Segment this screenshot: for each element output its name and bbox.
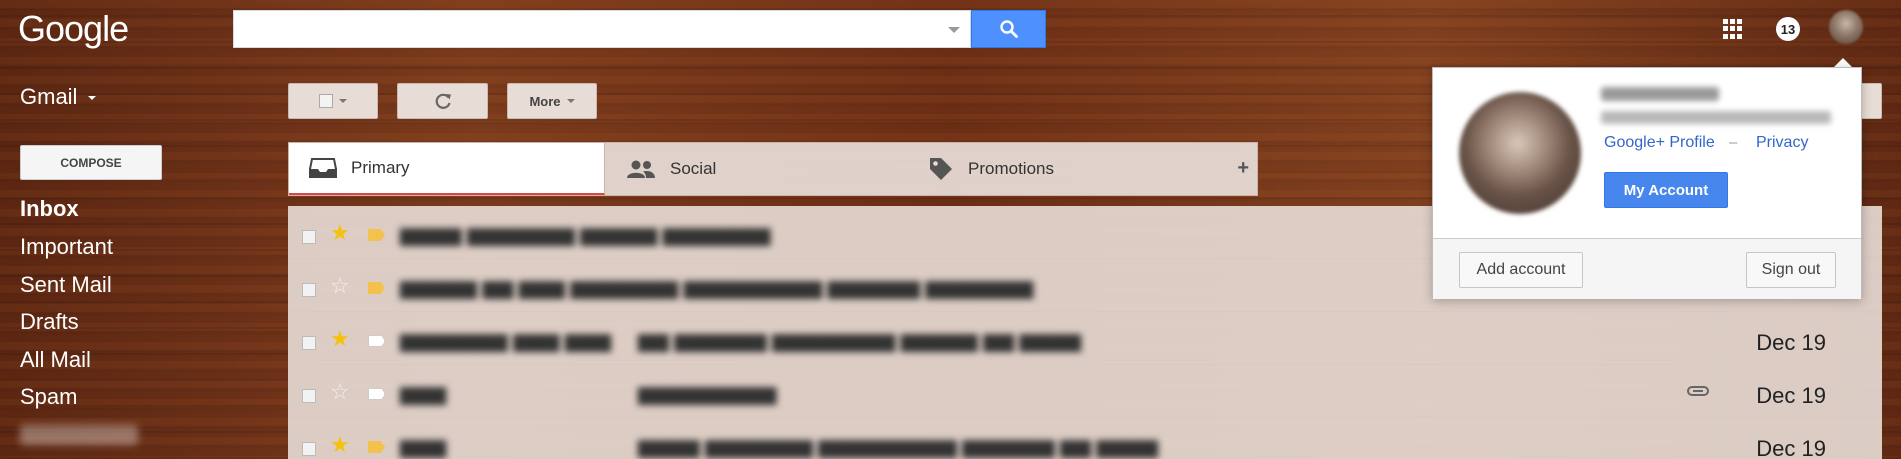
sign-out-button[interactable]: Sign out xyxy=(1746,252,1836,288)
inbox-icon xyxy=(309,158,337,178)
profile-photo[interactable] xyxy=(1459,92,1581,214)
email-sender-redacted: ▆▆▆ xyxy=(400,383,447,405)
compose-button[interactable]: COMPOSE xyxy=(20,145,162,180)
nav-item-spam[interactable]: Spam xyxy=(20,384,77,410)
chevron-down-icon xyxy=(566,99,575,103)
tab-social-label: Social xyxy=(670,159,717,178)
row-checkbox[interactable] xyxy=(302,336,316,350)
paperclip-icon xyxy=(1687,386,1709,396)
email-sender-redacted: ▆▆▆▆▆▆▆ ▆▆▆ ▆▆▆ xyxy=(400,330,612,352)
account-email-redacted xyxy=(1601,111,1831,124)
select-dropdown-button[interactable] xyxy=(288,83,378,119)
nav-item-sent-mail[interactable]: Sent Mail xyxy=(20,272,112,298)
search-field[interactable] xyxy=(234,11,934,47)
popup-footer: Add account Sign out xyxy=(1433,238,1861,299)
tab-primary-label: Primary xyxy=(351,158,410,177)
account-name-redacted xyxy=(1601,87,1719,101)
email-date: Dec 19 xyxy=(1756,383,1826,408)
people-icon xyxy=(627,160,655,178)
importance-marker-icon[interactable] xyxy=(368,229,385,241)
nav-item-important[interactable]: Important xyxy=(20,234,113,260)
checkbox-icon xyxy=(319,94,333,108)
apps-grid-icon[interactable] xyxy=(1723,19,1743,39)
star-icon[interactable]: ★ xyxy=(330,432,350,458)
nav-item-drafts[interactable]: Drafts xyxy=(20,309,79,335)
account-popup: Google+ Profile – Privacy My Account Add… xyxy=(1432,67,1862,299)
google-logo[interactable]: Google xyxy=(18,8,129,50)
email-date: Dec 19 xyxy=(1756,330,1826,355)
google-plus-profile-link[interactable]: Google+ Profile xyxy=(1604,134,1715,152)
row-checkbox[interactable] xyxy=(302,442,316,456)
search-button[interactable] xyxy=(971,10,1046,48)
account-avatar[interactable] xyxy=(1829,10,1863,44)
settings-button-partial[interactable] xyxy=(1860,83,1882,119)
star-icon[interactable]: ★ xyxy=(330,220,350,246)
row-checkbox[interactable] xyxy=(302,230,316,244)
tab-primary[interactable]: Primary xyxy=(289,143,605,195)
row-checkbox[interactable] xyxy=(302,389,316,403)
email-date: Dec 19 xyxy=(1756,436,1826,459)
tab-social[interactable]: Social xyxy=(606,143,922,195)
row-checkbox[interactable] xyxy=(302,283,316,297)
email-row[interactable]: ☆ ▆▆▆ ▆▆▆▆▆▆▆▆▆ Dec 19 xyxy=(288,365,1882,418)
star-icon[interactable]: ☆ xyxy=(330,273,350,299)
nav-item-all-mail[interactable]: All Mail xyxy=(20,347,91,373)
refresh-icon xyxy=(435,93,451,109)
nav-item-redacted[interactable] xyxy=(20,425,138,445)
more-actions-button[interactable]: More xyxy=(507,83,597,119)
email-subject-redacted: ▆▆▆▆ ▆▆▆▆▆▆▆ ▆▆▆▆▆ ▆▆▆▆▆▆▆ xyxy=(400,224,771,246)
email-subject-redacted: ▆▆▆▆▆▆▆▆▆ xyxy=(638,383,777,405)
email-sender-redacted: ▆▆▆ xyxy=(400,436,447,458)
search-input[interactable] xyxy=(233,10,971,48)
search-options-caret-icon[interactable] xyxy=(948,27,960,33)
email-subject-redacted: ▆▆▆▆▆ ▆▆ ▆▆▆ ▆▆▆▆▆▆▆ ▆▆▆▆▆▆▆▆▆ ▆▆▆▆▆▆ ▆▆… xyxy=(400,277,1034,299)
chevron-down-icon[interactable] xyxy=(88,96,96,100)
importance-marker-icon[interactable] xyxy=(368,282,385,294)
search-icon xyxy=(999,20,1018,38)
importance-marker-icon[interactable] xyxy=(368,388,385,400)
link-separator: – xyxy=(1729,134,1738,151)
my-account-button[interactable]: My Account xyxy=(1604,172,1728,208)
refresh-button[interactable] xyxy=(397,83,488,119)
chevron-down-icon xyxy=(339,99,347,103)
notification-count-badge[interactable]: 13 xyxy=(1776,17,1800,41)
email-subject-redacted: ▆▆ ▆▆▆▆▆▆ ▆▆▆▆▆▆▆▆ ▆▆▆▆▆ ▆▆ ▆▆▆▆ xyxy=(638,330,1082,352)
email-row[interactable]: ★ ▆▆▆ ▆▆▆▆ ▆▆▆▆▆▆▆ ▆▆▆▆▆▆▆▆▆ ▆▆▆▆▆▆ ▆▆ ▆… xyxy=(288,418,1882,459)
app-switcher-label[interactable]: Gmail xyxy=(20,84,77,110)
tab-promotions[interactable]: Promotions xyxy=(922,143,1238,195)
tag-icon xyxy=(930,158,952,180)
email-subject-redacted: ▆▆▆▆ ▆▆▆▆▆▆▆ ▆▆▆▆▆▆▆▆▆ ▆▆▆▆▆▆ ▆▆ ▆▆▆▆ xyxy=(638,436,1158,458)
privacy-link[interactable]: Privacy xyxy=(1756,134,1808,152)
importance-marker-icon[interactable] xyxy=(368,441,385,453)
more-actions-label: More xyxy=(529,93,561,109)
star-icon[interactable]: ☆ xyxy=(330,379,350,405)
email-row[interactable]: ★ ▆▆▆▆▆▆▆ ▆▆▆ ▆▆▆ ▆▆ ▆▆▆▆▆▆ ▆▆▆▆▆▆▆▆ ▆▆▆… xyxy=(288,312,1882,365)
star-icon[interactable]: ★ xyxy=(330,326,350,352)
nav-item-inbox[interactable]: Inbox xyxy=(20,196,79,222)
add-tab-button[interactable]: + xyxy=(1237,157,1249,180)
add-account-button[interactable]: Add account xyxy=(1459,252,1583,288)
tab-promotions-label: Promotions xyxy=(968,159,1054,178)
category-tabs: Primary Social Promotions + xyxy=(288,142,1258,196)
importance-marker-icon[interactable] xyxy=(368,335,385,347)
